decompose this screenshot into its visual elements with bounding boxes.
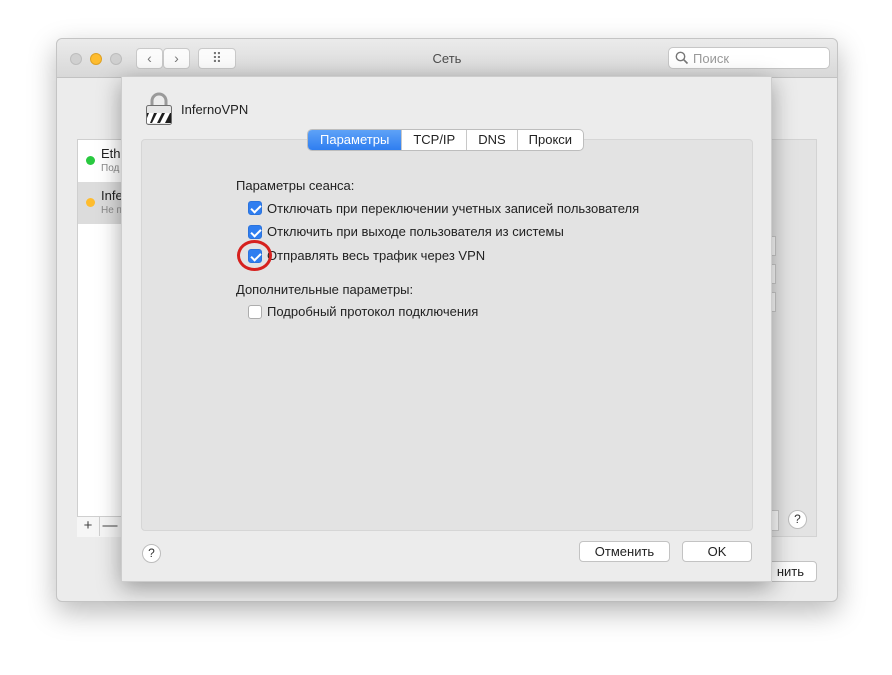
title-bar: ‹ › ⠿ Сеть Поиск	[57, 39, 837, 78]
disconnect-on-logout-label: Отключить при выходе пользователя из сис…	[267, 224, 564, 239]
vpn-lock-icon	[146, 92, 172, 125]
service-name: Ethe	[101, 146, 122, 161]
service-list-controls: + —	[77, 516, 123, 537]
tab-tcpip[interactable]: TCP/IP	[401, 130, 466, 150]
service-status: Под	[101, 163, 120, 174]
disconnect-on-logout-checkbox[interactable]	[248, 225, 262, 239]
service-status: Не п	[101, 205, 122, 216]
settings-panel	[141, 139, 753, 531]
service-item-infernovpn[interactable]: Infe Не п	[78, 182, 123, 224]
session-section-label: Параметры сеанса:	[236, 178, 355, 193]
search-icon	[675, 51, 689, 65]
service-item-ethernet[interactable]: Ethe Под	[78, 140, 122, 182]
remove-service-button[interactable]: —	[99, 516, 122, 536]
ok-button[interactable]: OK	[682, 541, 752, 562]
highlight-circle	[237, 240, 272, 271]
disconnect-on-user-switch-label: Отключать при переключении учетных запис…	[267, 201, 640, 216]
tab-proxy[interactable]: Прокси	[516, 130, 583, 150]
search-placeholder: Поиск	[693, 51, 730, 66]
service-name: Infe	[101, 188, 123, 203]
verbose-logging-label: Подробный протокол подключения	[267, 304, 479, 319]
add-service-button[interactable]: +	[77, 516, 100, 536]
status-dot-icon	[86, 156, 95, 165]
tab-parameters[interactable]: Параметры	[308, 130, 402, 150]
send-all-traffic-label: Отправлять весь трафик через VPN	[267, 248, 486, 263]
vpn-name: InfernoVPN	[181, 102, 249, 117]
cancel-button[interactable]: Отменить	[579, 541, 670, 562]
help-button[interactable]: ?	[142, 544, 161, 563]
verbose-logging-checkbox[interactable]	[248, 305, 262, 319]
status-dot-icon	[86, 198, 95, 207]
vpn-settings-sheet: InfernoVPN Параметры TCP/IP DNS Прокси П…	[121, 76, 772, 582]
apply-button[interactable]: нить	[767, 561, 817, 582]
tab-bar: Параметры TCP/IP DNS Прокси	[307, 129, 585, 151]
disconnect-on-user-switch-checkbox[interactable]	[248, 201, 262, 215]
tab-dns[interactable]: DNS	[466, 130, 516, 150]
advanced-section-label: Дополнительные параметры:	[236, 282, 414, 297]
service-list: Ethe Под Infe Не п	[77, 139, 123, 537]
search-field[interactable]: Поиск	[668, 47, 830, 69]
background-help-button[interactable]: ?	[788, 510, 807, 529]
